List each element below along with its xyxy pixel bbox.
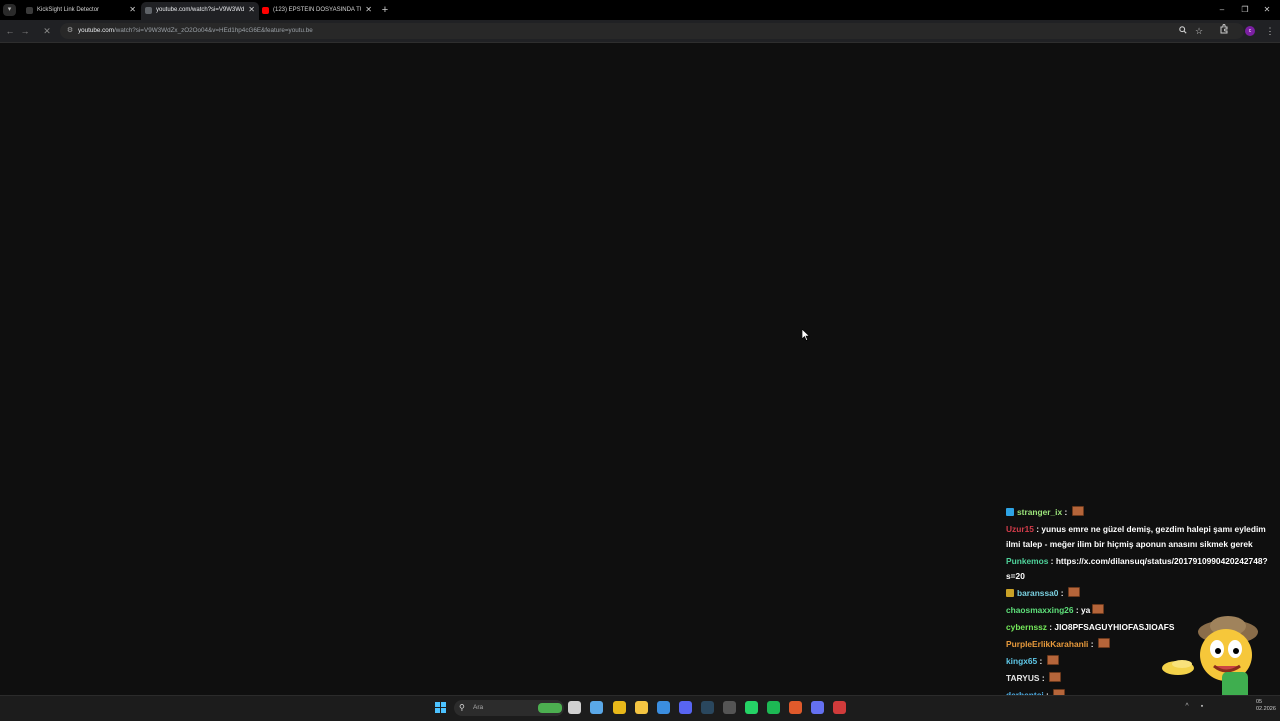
tab-search-button[interactable]: ▾ (3, 4, 16, 16)
tray-app-icon[interactable]: ▪ (1197, 701, 1207, 713)
zoom-icon[interactable] (1176, 24, 1190, 38)
taskbar-app-icon[interactable] (701, 701, 714, 714)
taskbar-app-icon[interactable] (568, 701, 581, 714)
taskbar-app-icon[interactable] (590, 701, 603, 714)
back-icon[interactable]: ← (3, 24, 17, 38)
taskbar-search-box[interactable]: ⚲ Ara (454, 700, 564, 716)
site-info-icon[interactable]: ⚙ (64, 25, 76, 37)
taskbar-app-icon[interactable] (679, 701, 692, 714)
menu-dots-icon[interactable]: ⋮ (1263, 24, 1277, 38)
tab-strip: ▾ KickSight Link Detector ✕ youtube.com/wa… (0, 0, 1280, 20)
chat-separator: : (1037, 656, 1045, 666)
url-host: youtube.com (78, 27, 115, 34)
taskbar-app-icon[interactable] (745, 701, 758, 714)
chat-username[interactable]: Uzur15 (1006, 524, 1034, 534)
chat-username[interactable]: TARYUS (1006, 673, 1040, 683)
extensions-icon[interactable] (1217, 24, 1231, 38)
chat-username[interactable]: kingx65 (1006, 656, 1037, 666)
chat-separator: : (1073, 605, 1081, 615)
bookmark-star-icon[interactable]: ☆ (1192, 24, 1206, 38)
chat-separator: : (1039, 673, 1047, 683)
chat-username[interactable]: cybernssz (1006, 622, 1047, 632)
tab-title: youtube.com/watch?si=V9W3WdZx_zO2Oo04&v=… (156, 7, 244, 13)
url-path: /watch?si=V9W3WdZx_zO2Oo04&v=HEd1hp4cG6E… (114, 27, 313, 34)
chat-text: JIO8PFSAGUYHIOFASJIOAFS (1054, 622, 1175, 632)
profile-avatar[interactable]: c (1245, 26, 1255, 36)
chat-emote-icon (1092, 604, 1105, 614)
browser-tab[interactable]: (123) EPSTEIN DOSYASINDA TÜ ✕ (258, 2, 376, 20)
browser-tab[interactable]: youtube.com/watch?si=V9W3WdZx_zO2Oo04&v=… (141, 2, 259, 20)
chat-username[interactable]: chaosmaxxing26 (1006, 605, 1074, 615)
taskbar-app-icon[interactable] (657, 701, 670, 714)
new-tab-button[interactable]: + (379, 3, 391, 17)
minimize-icon[interactable]: – (1211, 2, 1233, 18)
chat-message: baranssa0 : (1006, 586, 1276, 601)
chat-separator: : (1058, 588, 1066, 598)
chat-emote-icon (1048, 672, 1061, 682)
forward-icon[interactable]: → (18, 24, 32, 38)
user-badge-icon (1006, 589, 1014, 597)
tab-title: KickSight Link Detector (37, 7, 100, 13)
close-window-icon[interactable]: ✕ (1256, 2, 1278, 18)
tab-close-icon[interactable]: ✕ (365, 2, 372, 18)
chat-separator: : (1048, 556, 1056, 566)
taskbar-app-icon[interactable] (811, 701, 824, 714)
chat-text: yunus emre ne güzel demiş, gezdim halepi… (1006, 524, 1266, 549)
restore-icon[interactable]: ❐ (1234, 2, 1256, 18)
mascot-emote-icon (1162, 616, 1258, 700)
taskbar-search-placeholder: Ara (473, 704, 484, 711)
tab-close-icon[interactable]: ✕ (248, 2, 255, 18)
tab-close-icon[interactable]: ✕ (129, 2, 136, 18)
taskbar-app-icon[interactable] (789, 701, 802, 714)
taskbar-app-icon[interactable] (723, 701, 736, 714)
chat-message: Punkemos : https://x.com/dilansuq/status… (1006, 554, 1276, 584)
url-text[interactable]: youtube.com/watch?si=V9W3WdZx_zO2Oo04&v=… (78, 23, 313, 39)
tab-title: (123) EPSTEIN DOSYASINDA TÜ (273, 7, 361, 13)
address-bar[interactable]: ⚙ youtube.com/watch?si=V9W3WdZx_zO2Oo04&… (60, 23, 1244, 39)
windows-taskbar: ⚲ Ara ^ ▪ 05 02.2026 (0, 695, 1280, 721)
tab-favicon-icon (262, 7, 269, 14)
taskbar-app-icon[interactable] (833, 701, 846, 714)
clock-date: 02.2026 (1256, 706, 1276, 712)
taskbar-app-icon[interactable] (767, 701, 780, 714)
user-badge-icon (1006, 508, 1014, 516)
chat-username[interactable]: Punkemos (1006, 556, 1048, 566)
taskbar-app-icon[interactable] (635, 701, 648, 714)
chat-emote-icon (1046, 655, 1059, 665)
chat-text: ya (1080, 605, 1091, 615)
chat-emote-icon (1067, 587, 1080, 597)
chat-separator: : (1088, 639, 1096, 649)
chat-message: stranger_ix : (1006, 505, 1276, 520)
search-highlight-icon (538, 703, 562, 713)
chat-username[interactable]: baranssa0 (1017, 588, 1058, 598)
browser-tab[interactable]: KickSight Link Detector ✕ (22, 2, 140, 20)
clock-time: 05 (1256, 699, 1263, 705)
tray-overflow-chevron-icon[interactable]: ^ (1182, 701, 1192, 713)
windows-start-icon[interactable] (435, 702, 447, 714)
chat-message: Uzur15 : yunus emre ne güzel demiş, gezd… (1006, 522, 1276, 552)
tab-favicon-icon (145, 7, 152, 14)
system-clock[interactable]: 05 02.2026 (1256, 699, 1276, 713)
mouse-cursor-icon (802, 329, 810, 341)
tab-favicon-icon (26, 7, 33, 14)
browser-toolbar: ← → ✕ ⚙ youtube.com/watch?si=V9W3WdZx_zO… (0, 20, 1280, 43)
chat-username[interactable]: stranger_ix (1017, 507, 1062, 517)
stop-loading-icon[interactable]: ✕ (40, 24, 54, 38)
chat-emote-icon (1097, 638, 1110, 648)
search-icon: ⚲ (459, 703, 465, 712)
chat-emote-icon (1071, 506, 1084, 516)
chat-separator: : (1062, 507, 1070, 517)
taskbar-app-icon[interactable] (613, 701, 626, 714)
chat-username[interactable]: PurpleErlikKarahanli (1006, 639, 1088, 649)
